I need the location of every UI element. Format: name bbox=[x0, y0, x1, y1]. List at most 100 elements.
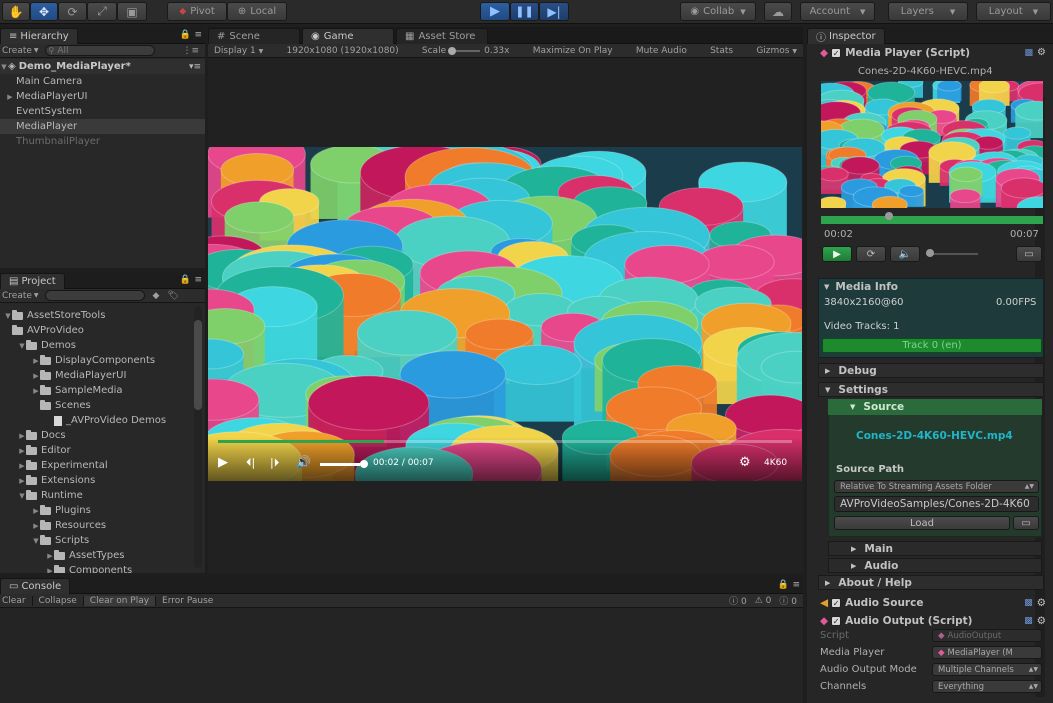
step-button[interactable]: ▶| bbox=[539, 2, 569, 21]
move-tool-button[interactable]: ✥ bbox=[30, 2, 58, 21]
channels-dropdown[interactable]: Everything ▲▼ bbox=[932, 680, 1042, 693]
hierarchy-item-selected[interactable]: MediaPlayer bbox=[0, 119, 205, 134]
project-item[interactable]: ▶ SampleMedia bbox=[0, 383, 205, 398]
warning-count[interactable]: ⚠ 0 bbox=[751, 596, 776, 606]
media-info-header[interactable]: ▼ Media Info bbox=[818, 279, 1044, 294]
project-scrollbar[interactable] bbox=[194, 306, 202, 568]
expand-arrow-icon[interactable]: ▶ bbox=[32, 387, 40, 395]
expand-arrow-icon[interactable]: ▶ bbox=[46, 552, 54, 560]
tab-game[interactable]: ◉ Game bbox=[302, 28, 394, 44]
scale-slider[interactable]: Scale 0.33x bbox=[422, 46, 510, 56]
scale-track[interactable] bbox=[448, 46, 481, 55]
project-item[interactable]: ▼ AssetStoreTools bbox=[0, 308, 205, 323]
clear-on-play-button[interactable]: Clear on Play bbox=[83, 595, 157, 606]
tab-asset-store[interactable]: ▦ Asset Store bbox=[396, 28, 488, 44]
inspector-play-button[interactable]: ▶ bbox=[822, 246, 852, 262]
project-item[interactable]: Scenes bbox=[0, 398, 205, 413]
project-search-input[interactable] bbox=[44, 290, 145, 301]
project-item[interactable]: ▶ Extensions bbox=[0, 473, 205, 488]
collapse-button[interactable]: Collapse bbox=[33, 595, 84, 606]
create-dropdown[interactable]: Create bbox=[2, 46, 32, 56]
expand-arrow-icon[interactable]: ▶ bbox=[32, 357, 40, 365]
collab-dropdown[interactable]: ◉ Collab ▼ bbox=[680, 2, 756, 21]
component-enabled-checkbox[interactable]: ✓ bbox=[831, 597, 842, 608]
expand-arrow-icon[interactable]: ▶ bbox=[32, 507, 40, 515]
pivot-toggle[interactable]: ⬥ Pivot bbox=[167, 2, 227, 21]
rotate-tool-button[interactable]: ⟳ bbox=[58, 2, 87, 21]
hand-tool-button[interactable]: ✋ bbox=[2, 2, 30, 21]
hierarchy-search-input[interactable]: ⚲ All bbox=[44, 45, 155, 56]
source-path-mode-dropdown[interactable]: Relative To Streaming Assets Folder ▲▼ bbox=[834, 480, 1039, 493]
tab-inspector[interactable]: ⓘ Inspector bbox=[807, 28, 885, 44]
project-item[interactable]: ▼ Demos bbox=[0, 338, 205, 353]
output-mode-dropdown[interactable]: Multiple Channels ▲▼ bbox=[932, 663, 1042, 676]
expand-arrow-icon[interactable]: ▶ bbox=[46, 567, 54, 574]
filter-type-icon[interactable]: ◆ bbox=[153, 291, 160, 301]
account-dropdown[interactable]: Account ▼ bbox=[800, 2, 875, 21]
resolution-dropdown[interactable]: 1920x1080 (1920x1080) bbox=[287, 46, 399, 56]
lock-icon[interactable]: 🔒 bbox=[180, 30, 191, 40]
project-item[interactable]: ▶ Experimental bbox=[0, 458, 205, 473]
source-section-header[interactable]: ▼ Source bbox=[828, 399, 1042, 415]
filter-icon[interactable]: ⋮≡ bbox=[182, 46, 199, 56]
component-gear-icon[interactable]: ⚙ bbox=[1037, 47, 1046, 58]
volume-slider[interactable] bbox=[320, 460, 368, 468]
track-button[interactable]: Track 0 (en) bbox=[822, 338, 1042, 353]
audio-section-header[interactable]: ▶ Audio bbox=[828, 558, 1042, 573]
expand-arrow-icon[interactable]: ▼ bbox=[32, 537, 40, 545]
project-item[interactable]: ▼ Scripts bbox=[0, 533, 205, 548]
component-gear-icon[interactable]: ⚙ bbox=[1037, 615, 1046, 627]
hierarchy-item[interactable]: ▶ MediaPlayerUI bbox=[0, 89, 205, 104]
maximize-on-play-toggle[interactable]: Maximize On Play bbox=[533, 46, 613, 56]
project-item[interactable]: ▶ Docs bbox=[0, 428, 205, 443]
project-item[interactable]: _AVProVideo Demos bbox=[0, 413, 205, 428]
player-seekbar[interactable] bbox=[218, 440, 792, 443]
scrub-thumb[interactable] bbox=[885, 212, 894, 220]
hierarchy-item[interactable]: Main Camera bbox=[0, 74, 205, 89]
expand-arrow-icon[interactable]: ▼ bbox=[18, 492, 26, 500]
expand-arrow-icon[interactable]: ▶ bbox=[18, 477, 26, 485]
error-pause-button[interactable]: Error Pause bbox=[156, 596, 219, 606]
layout-dropdown[interactable]: Layout ▼ bbox=[976, 2, 1051, 21]
expand-arrow-icon[interactable]: ▶ bbox=[18, 447, 26, 455]
debug-section-header[interactable]: ▶ Debug bbox=[818, 363, 1044, 378]
expand-arrow-icon[interactable]: ▼ bbox=[18, 342, 26, 350]
component-enabled-checkbox[interactable]: ✓ bbox=[831, 615, 842, 626]
inspector-volume-thumb[interactable] bbox=[926, 249, 934, 257]
expand-arrow-icon[interactable]: ▶ bbox=[32, 372, 40, 380]
component-enabled-checkbox[interactable]: ✓ bbox=[831, 47, 842, 58]
tab-scene[interactable]: # Scene bbox=[208, 28, 300, 44]
panel-menu-icon[interactable]: ≡ bbox=[194, 275, 202, 285]
stats-toggle[interactable]: Stats bbox=[710, 46, 733, 56]
error-count[interactable]: ⓘ 0 bbox=[775, 594, 803, 607]
scene-row[interactable]: ▼ ◈ Demo_MediaPlayer* ▾≡ bbox=[0, 59, 205, 74]
panel-menu-icon[interactable]: ≡ bbox=[194, 30, 202, 40]
project-item[interactable]: ▼ Runtime bbox=[0, 488, 205, 503]
project-item[interactable]: ▶ Plugins bbox=[0, 503, 205, 518]
project-item[interactable]: ▶ Editor bbox=[0, 443, 205, 458]
browse-button[interactable]: ▭ bbox=[1013, 516, 1039, 530]
help-icon[interactable]: ▩ bbox=[1025, 48, 1034, 58]
cloud-button[interactable]: ☁ bbox=[764, 2, 792, 21]
scale-tool-button[interactable]: ⤢ bbox=[87, 2, 117, 21]
filter-label-icon[interactable]: 🏷 bbox=[167, 291, 178, 301]
project-item[interactable]: AVProVideo bbox=[0, 323, 205, 338]
step-back-icon[interactable]: ⏴| bbox=[246, 456, 255, 470]
expand-arrow-icon[interactable]: ▶ bbox=[32, 522, 40, 530]
lock-icon[interactable]: 🔒 bbox=[180, 275, 191, 285]
panel-menu-icon[interactable]: ≡ bbox=[792, 580, 800, 590]
play-button[interactable]: ▶ bbox=[480, 2, 510, 21]
clear-button[interactable]: Clear bbox=[0, 595, 33, 606]
load-button[interactable]: Load bbox=[834, 516, 1010, 530]
volume-icon[interactable]: 🔊 bbox=[296, 455, 311, 469]
expand-arrow-icon[interactable]: ▼ bbox=[4, 312, 12, 320]
component-gear-icon[interactable]: ⚙ bbox=[1037, 597, 1046, 609]
gizmos-dropdown[interactable]: Gizmos ▼ bbox=[756, 46, 797, 56]
settings-gear-icon[interactable]: ⚙ bbox=[739, 455, 751, 470]
audio-source-component-header[interactable]: ◀ ✓ Audio Source ▩ ⚙ bbox=[820, 595, 1046, 610]
hierarchy-item[interactable]: ThumbnailPlayer bbox=[0, 134, 205, 149]
step-forward-icon[interactable]: |⏵ bbox=[270, 456, 279, 470]
project-item[interactable]: ▶ MediaPlayerUI bbox=[0, 368, 205, 383]
layers-dropdown[interactable]: Layers ▼ bbox=[888, 2, 968, 21]
media-player-field[interactable]: ◆ MediaPlayer (M bbox=[932, 646, 1042, 659]
